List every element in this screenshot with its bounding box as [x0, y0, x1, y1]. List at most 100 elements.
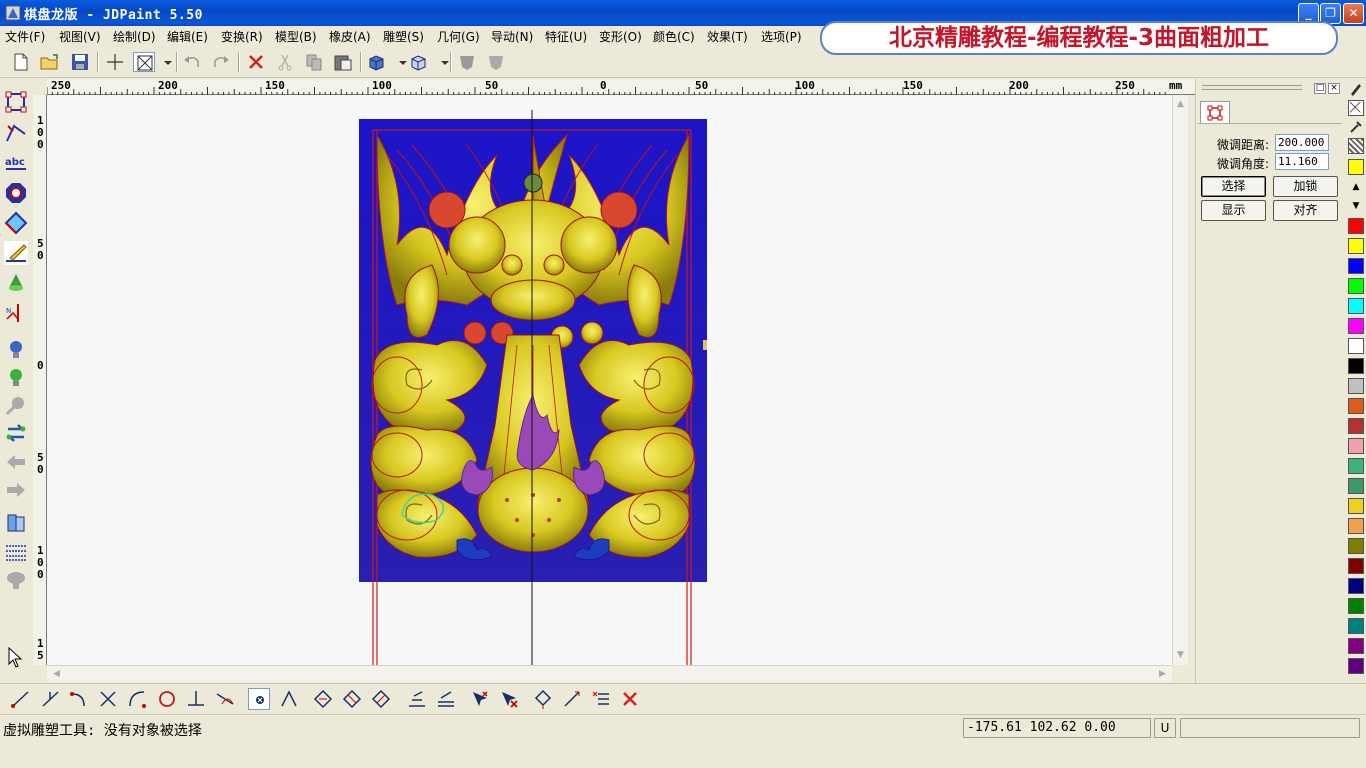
select-box-icon[interactable]	[133, 52, 155, 72]
menu-edit[interactable]: 编辑(E)	[167, 28, 208, 45]
pattern-icon[interactable]	[1348, 138, 1364, 154]
snap-grid-icon[interactable]	[248, 688, 270, 710]
menu-effect[interactable]: 效果(T)	[707, 28, 748, 45]
cone-tool-icon[interactable]	[4, 271, 28, 295]
color-swatch[interactable]	[1348, 478, 1364, 494]
color-swatch[interactable]	[1348, 378, 1364, 394]
u-indicator[interactable]: U	[1154, 718, 1176, 738]
menu-sculpt[interactable]: 雕塑(S)	[383, 28, 424, 45]
redo-icon[interactable]	[210, 52, 232, 72]
distance-input[interactable]: 200.000	[1275, 134, 1329, 151]
scroll-up-arrow-icon[interactable]: ▲	[1173, 97, 1188, 112]
color-swatch[interactable]	[1348, 238, 1364, 254]
color-swatch[interactable]	[1348, 258, 1364, 274]
crosshair-icon[interactable]	[104, 52, 126, 72]
menu-color[interactable]: 颜色(C)	[653, 28, 695, 45]
color-swatch[interactable]	[1348, 338, 1364, 354]
show-button[interactable]: 显示	[1201, 200, 1266, 221]
select-dropdown-arrow-icon[interactable]	[157, 52, 172, 72]
color-swatch[interactable]	[1348, 278, 1364, 294]
palette-scroll-down-icon[interactable]: ▼	[1348, 198, 1364, 214]
close-button[interactable]: ✕	[1343, 3, 1364, 24]
snap-diamond-icon[interactable]	[312, 688, 334, 710]
color-swatch[interactable]	[1348, 298, 1364, 314]
color-swatch[interactable]	[1348, 518, 1364, 534]
pen-icon[interactable]	[1348, 81, 1364, 97]
snap-tangent-icon[interactable]	[214, 688, 236, 710]
no-color-icon[interactable]	[1348, 100, 1364, 116]
octagon-tool-icon[interactable]	[4, 181, 28, 205]
menu-deform[interactable]: 变形(O)	[599, 28, 642, 45]
snap-arc-icon[interactable]	[68, 688, 90, 710]
color-swatch[interactable]	[1348, 218, 1364, 234]
menu-geometry[interactable]: 几何(G)	[437, 28, 480, 45]
panel-close-icon[interactable]: ×	[1328, 83, 1340, 94]
arrow-right-tool-icon[interactable]	[4, 478, 28, 502]
panel-float-icon[interactable]: □	[1314, 83, 1326, 94]
snap-align-stack-icon[interactable]	[435, 688, 457, 710]
snap-curve-icon[interactable]	[126, 688, 148, 710]
delete-icon[interactable]	[245, 52, 267, 72]
color-swatch[interactable]	[1348, 458, 1364, 474]
snap-transform-icon[interactable]	[532, 688, 554, 710]
tab-node-edit[interactable]	[1200, 101, 1230, 123]
smudge-tool-icon[interactable]	[4, 393, 28, 417]
arrow-left-tool-icon[interactable]	[4, 450, 28, 474]
color-swatch-current[interactable]	[1348, 159, 1364, 175]
color-swatch[interactable]	[1348, 498, 1364, 514]
snap-pick-icon[interactable]	[469, 688, 491, 710]
snap-diamond-3-icon[interactable]	[370, 688, 392, 710]
snap-unpick-icon[interactable]	[498, 688, 520, 710]
color-swatch[interactable]	[1348, 358, 1364, 374]
shield-tool-icon[interactable]	[456, 52, 478, 72]
vertical-measure-tool-icon[interactable]: N	[4, 301, 28, 325]
menu-guide[interactable]: 导动(N)	[491, 28, 533, 45]
wire-dropdown-arrow-icon[interactable]	[434, 52, 449, 72]
menu-model[interactable]: 模型(B)	[275, 28, 317, 45]
snap-angle-icon[interactable]	[278, 688, 300, 710]
menu-feature[interactable]: 特征(U)	[545, 28, 587, 45]
cut-icon[interactable]	[274, 52, 296, 72]
vertical-scrollbar[interactable]: ▲ ▼	[1172, 95, 1188, 665]
snap-diamond-2-icon[interactable]	[341, 688, 363, 710]
snap-list-icon[interactable]	[590, 688, 612, 710]
paste-icon[interactable]	[332, 52, 354, 72]
view-3d-wire-icon[interactable]	[408, 52, 430, 72]
snap-circle-icon[interactable]	[156, 688, 178, 710]
snap-perpendicular-icon[interactable]	[185, 688, 207, 710]
exchange-tool-icon[interactable]	[4, 421, 28, 445]
color-swatch[interactable]	[1348, 618, 1364, 634]
menu-view[interactable]: 视图(V)	[59, 28, 101, 45]
bulb-green-tool-icon[interactable]	[4, 365, 28, 389]
view-dropdown-arrow-icon[interactable]	[392, 52, 407, 72]
color-swatch[interactable]	[1348, 578, 1364, 594]
open-folder-icon[interactable]	[39, 52, 61, 72]
text-tool-icon[interactable]: abc	[4, 151, 28, 175]
color-swatch[interactable]	[1348, 638, 1364, 654]
menu-draw[interactable]: 绘制(D)	[113, 28, 156, 45]
mushroom-tool-icon[interactable]	[4, 568, 28, 592]
align-button[interactable]: 对齐	[1273, 200, 1338, 221]
scroll-left-arrow-icon[interactable]: ◀	[49, 667, 64, 682]
snap-endpoint-icon[interactable]	[40, 688, 62, 710]
menu-transform[interactable]: 变换(R)	[221, 28, 263, 45]
menu-file[interactable]: 文件(F)	[5, 28, 45, 45]
diamond-fill-tool-icon[interactable]	[4, 211, 28, 235]
node-select-icon[interactable]	[4, 90, 28, 114]
eyedropper-icon[interactable]	[1348, 119, 1364, 135]
panel-grip[interactable]	[1202, 85, 1302, 90]
snap-clear-icon[interactable]	[619, 688, 641, 710]
shield-tool-2-icon[interactable]	[485, 52, 507, 72]
scroll-down-arrow-icon[interactable]: ▼	[1173, 648, 1188, 663]
snap-measure-icon[interactable]	[561, 688, 583, 710]
undo-icon[interactable]	[181, 52, 203, 72]
color-swatch[interactable]	[1348, 598, 1364, 614]
scroll-right-arrow-icon[interactable]: ▶	[1155, 667, 1170, 682]
color-swatch[interactable]	[1348, 438, 1364, 454]
layers-tool-icon[interactable]	[4, 511, 28, 535]
color-swatch[interactable]	[1348, 318, 1364, 334]
grid-tool-icon[interactable]	[4, 540, 28, 564]
bulb-blue-tool-icon[interactable]	[4, 337, 28, 361]
color-swatch[interactable]	[1348, 418, 1364, 434]
color-swatch[interactable]	[1348, 398, 1364, 414]
